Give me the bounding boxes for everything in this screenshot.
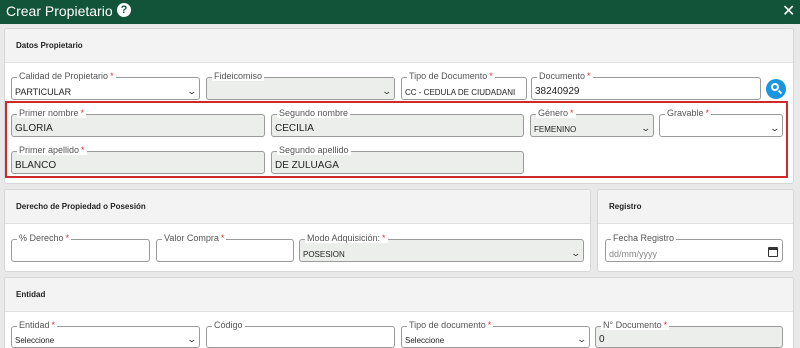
required-mark: * [51,320,56,330]
documento-input[interactable]: Documento * 38240929 [531,71,761,100]
codigo-input[interactable]: Código [206,320,395,348]
calidad-propietario-select[interactable]: Calidad de Propietario * PARTICULAR ⌄ [11,71,200,100]
panel-title: Datos Propietario [16,41,83,50]
porcentaje-derecho-input[interactable]: % Derecho * [11,233,150,262]
chevron-down-icon: ⌄ [186,86,198,96]
field-label: Tipo de Documento [409,71,488,81]
modo-adquisicion-select[interactable]: Modo Adquisición: * POSESION ⌄ [299,233,584,262]
panel-title: Registro [609,202,642,211]
required-mark: * [487,320,492,330]
field-label: Valor Compra [164,233,219,243]
field-label: Entidad [19,320,50,330]
search-button[interactable] [766,79,786,99]
panel-header: Registro [598,190,793,224]
field-value: 0 [599,334,605,345]
field-value: Seleccione [15,336,55,345]
field-label: N° Documento [603,320,662,330]
calendar-icon[interactable] [768,247,778,257]
field-value: 38240929 [535,86,580,97]
field-label: Fideicomiso [212,71,265,81]
field-label: % Derecho [19,233,64,243]
required-mark: * [489,71,493,81]
field-value: CC - CEDULA DE CIUDADANI [405,88,516,97]
numero-documento-input[interactable]: N° Documento * 0 [595,320,783,348]
tipo-documento-entidad-select[interactable]: Tipo de documento * Seleccione ⌄ [401,320,590,348]
field-value: POSESION [303,250,345,259]
field-label: Tipo de documento [409,320,486,330]
panel-header: Entidad [5,278,793,312]
panel-header: Datos Propietario [5,29,793,63]
required-mark: * [220,233,225,243]
close-icon[interactable]: ✕ [782,1,795,21]
date-placeholder: dd/mm/yyyy [609,249,658,259]
chevron-down-icon: ⌄ [576,334,588,344]
panel-title: Entidad [16,290,46,299]
entidad-select[interactable]: Entidad * Seleccione ⌄ [11,320,200,348]
required-mark: * [663,320,668,330]
field-label: Documento [539,71,586,81]
tipo-documento-select[interactable]: Tipo de Documento * CC - CEDULA DE CIUDAD… [401,71,527,100]
required-mark: * [110,71,114,81]
field-label: Calidad de Propietario [19,71,109,81]
field-value: Seleccione [405,336,445,345]
field-label: Fecha Registro [611,233,677,243]
names-highlight-box [5,101,788,178]
dialog-titlebar: Crear Propietario ? ✕ [0,0,800,24]
required-mark: * [382,233,386,243]
chevron-down-icon: ⌄ [381,86,393,96]
required-mark: * [587,71,591,81]
field-label: Modo Adquisición: [307,233,381,243]
field-value: PARTICULAR [15,87,72,97]
valor-compra-input[interactable]: Valor Compra * [156,233,294,262]
fecha-registro-input[interactable]: Fecha Registro dd/mm/yyyy [605,233,783,262]
required-mark: * [65,233,70,243]
help-icon[interactable]: ? [117,3,131,17]
field-label: Código [212,320,245,330]
panel-title: Derecho de Propiedad o Posesión [16,202,146,211]
dialog-title: Crear Propietario [6,3,113,19]
fideicomiso-select[interactable]: Fideicomiso ⌄ [206,71,395,100]
chevron-down-icon: ⌄ [570,248,582,258]
chevron-down-icon: ⌄ [186,334,198,344]
panel-header: Derecho de Propiedad o Posesión [5,190,590,224]
